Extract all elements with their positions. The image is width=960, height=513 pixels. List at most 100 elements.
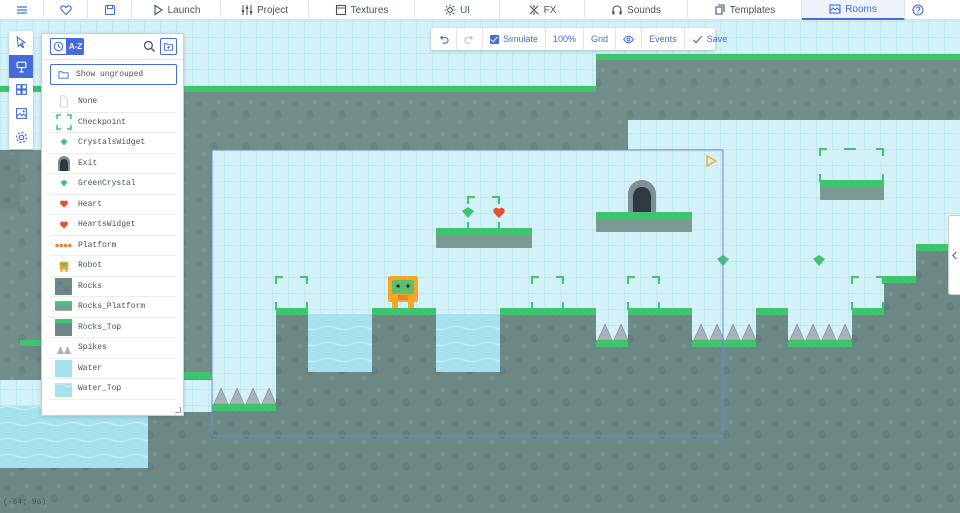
events-button[interactable]: Events bbox=[642, 28, 685, 50]
tab-project[interactable]: Project bbox=[221, 0, 309, 20]
redo-icon bbox=[464, 34, 474, 44]
grid-label: Grid bbox=[591, 34, 609, 44]
rooms-icon bbox=[829, 4, 841, 14]
menu-icon bbox=[16, 6, 27, 14]
tab-fx-label: FX bbox=[543, 4, 557, 16]
grid-button[interactable]: Grid bbox=[584, 28, 617, 50]
texture-icon bbox=[335, 4, 346, 16]
template-item-heartswidget[interactable]: HeartsWidget bbox=[50, 215, 177, 236]
panel-resize-handle[interactable] bbox=[175, 407, 181, 413]
template-item-greencrystal[interactable]: GreenCrystal bbox=[50, 174, 177, 195]
visibility-button[interactable] bbox=[616, 28, 643, 50]
save-room-button[interactable]: Save bbox=[685, 28, 735, 50]
zoom-button[interactable]: 100% bbox=[546, 28, 585, 50]
save-project-button[interactable] bbox=[88, 0, 132, 20]
backgrounds-tool[interactable] bbox=[9, 102, 33, 126]
template-item-checkpoint[interactable]: Checkpoint bbox=[50, 113, 177, 133]
platform-icon bbox=[55, 237, 72, 254]
copies-tool[interactable] bbox=[9, 54, 33, 79]
tab-templates-label: Templates bbox=[729, 4, 776, 16]
tab-sounds-label: Sounds bbox=[627, 4, 661, 16]
robot-icon bbox=[55, 257, 72, 274]
tiles-tool[interactable] bbox=[9, 78, 33, 102]
tab-textures-label: Textures bbox=[350, 4, 389, 16]
sort-by-date-button[interactable] bbox=[50, 38, 67, 55]
heart-icon bbox=[55, 216, 72, 233]
template-item-rocks[interactable]: Rocks bbox=[50, 277, 177, 297]
backgrounds-icon bbox=[15, 108, 27, 119]
templates-list: None Checkpoint CrystalsWidget Exit Gree… bbox=[50, 92, 177, 400]
template-label: Rocks_Platform bbox=[78, 302, 146, 312]
exit-door-icon bbox=[55, 155, 72, 172]
fx-icon bbox=[529, 5, 538, 15]
save-icon bbox=[104, 4, 115, 16]
small-rock-left bbox=[20, 346, 42, 360]
template-item-spikes[interactable]: Spikes bbox=[50, 338, 177, 359]
patrons-button[interactable] bbox=[44, 0, 88, 20]
template-item-rocks-platform[interactable]: Rocks_Platform bbox=[50, 297, 177, 318]
rocks-icon bbox=[55, 277, 72, 295]
clock-icon bbox=[53, 41, 64, 52]
template-item-robot[interactable]: Robot bbox=[50, 256, 177, 277]
template-label: Rocks_Top bbox=[78, 322, 122, 332]
template-item-water-top[interactable]: Water_Top bbox=[50, 379, 177, 400]
template-item-water[interactable]: Water bbox=[50, 359, 177, 379]
checkpoint-icon bbox=[55, 114, 72, 131]
sliders-icon bbox=[241, 5, 253, 15]
settings-icon bbox=[15, 131, 27, 143]
show-ungrouped-button[interactable]: Show ungrouped bbox=[50, 64, 177, 85]
tab-fx[interactable]: FX bbox=[500, 0, 585, 20]
help-button[interactable] bbox=[905, 0, 931, 20]
tab-ui-label: UI bbox=[460, 4, 470, 16]
template-label: CrystalsWidget bbox=[78, 138, 146, 148]
template-label: Water bbox=[78, 363, 103, 373]
template-label: Water_Top bbox=[78, 384, 122, 394]
check-icon bbox=[692, 35, 702, 44]
sort-by-name-button[interactable]: A-Z bbox=[67, 38, 84, 55]
ui-icon bbox=[444, 4, 456, 16]
template-label: None bbox=[78, 97, 98, 107]
select-tool[interactable] bbox=[9, 31, 33, 55]
crystal-icon bbox=[55, 134, 72, 151]
simulate-label: Simulate bbox=[503, 34, 539, 44]
headphones-icon bbox=[612, 5, 622, 15]
none-icon bbox=[55, 93, 72, 110]
tab-sounds[interactable]: Sounds bbox=[585, 0, 688, 20]
tiles-icon bbox=[15, 84, 27, 96]
properties-panel-toggle[interactable] bbox=[948, 215, 960, 295]
brush-icon bbox=[16, 61, 26, 73]
template-label: GreenCrystal bbox=[78, 179, 136, 189]
simulate-toggle[interactable]: Simulate bbox=[483, 28, 547, 50]
tab-templates[interactable]: Templates bbox=[688, 0, 802, 20]
tab-textures[interactable]: Textures bbox=[309, 0, 415, 20]
template-item-rocks-top[interactable]: Rocks_Top bbox=[50, 318, 177, 338]
template-label: Rocks bbox=[78, 281, 103, 291]
undo-button[interactable] bbox=[431, 28, 457, 50]
rocks-top-icon bbox=[55, 318, 72, 336]
template-item-exit[interactable]: Exit bbox=[50, 154, 177, 174]
tab-launch[interactable]: Launch bbox=[132, 0, 221, 20]
tab-project-label: Project bbox=[256, 4, 289, 16]
template-item-none[interactable]: None bbox=[50, 92, 177, 113]
play-icon bbox=[154, 4, 163, 16]
tab-rooms[interactable]: Rooms bbox=[802, 0, 905, 20]
template-label: Checkpoint bbox=[78, 117, 127, 127]
template-item-crystalswidget[interactable]: CrystalsWidget bbox=[50, 133, 177, 154]
redo-button[interactable] bbox=[457, 28, 483, 50]
template-item-platform[interactable]: Platform bbox=[50, 236, 177, 256]
template-item-heart[interactable]: Heart bbox=[50, 195, 177, 215]
search-icon[interactable] bbox=[143, 40, 156, 53]
simulate-checkbox[interactable] bbox=[490, 34, 499, 44]
help-icon bbox=[912, 4, 924, 16]
eye-icon bbox=[623, 35, 634, 43]
templates-icon bbox=[715, 4, 725, 15]
tab-ui[interactable]: UI bbox=[415, 0, 500, 20]
add-folder-button[interactable] bbox=[160, 38, 177, 55]
show-ungrouped-label: Show ungrouped bbox=[76, 70, 144, 79]
room-tools bbox=[9, 31, 33, 149]
heart-icon bbox=[55, 196, 72, 213]
room-settings-tool[interactable] bbox=[9, 125, 33, 149]
spikes-icon bbox=[55, 339, 72, 356]
rocks-platform-icon bbox=[55, 298, 72, 315]
menu-button[interactable] bbox=[0, 0, 44, 20]
